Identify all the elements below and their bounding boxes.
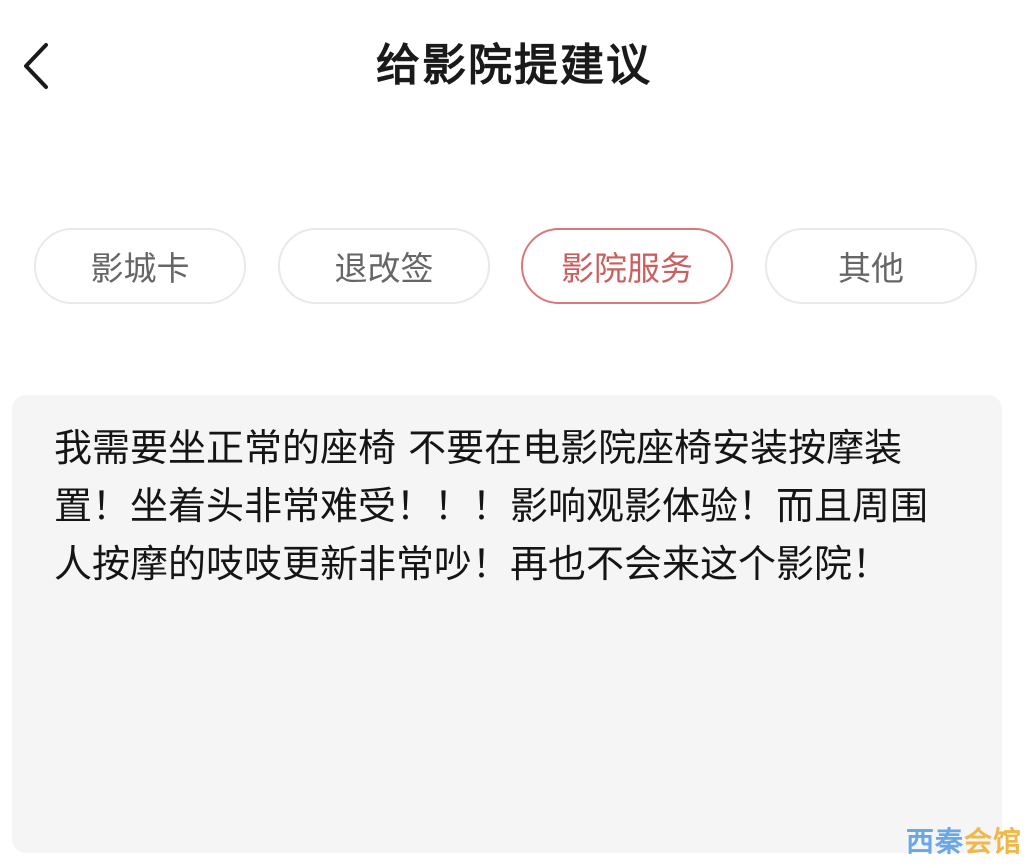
watermark-part-1: 西秦 xyxy=(905,825,964,858)
watermark-part-2: 会馆 xyxy=(963,825,1022,858)
category-chip-refund-change[interactable]: 退改签 xyxy=(278,228,490,304)
category-chip-other[interactable]: 其他 xyxy=(765,228,977,304)
category-chip-cinema-service[interactable]: 影院服务 xyxy=(521,228,733,304)
category-chip-cinema-card[interactable]: 影城卡 xyxy=(34,228,246,304)
suggestion-text: 我需要坐正常的座椅 不要在电影院座椅安装按摩装置！坐着头非常难受！！！影响观影体… xyxy=(54,426,929,586)
watermark-logo: 西秦会馆 xyxy=(906,820,1022,860)
category-chips: 影城卡 退改签 影院服务 其他 xyxy=(34,228,982,306)
header-bar: 给影院提建议 xyxy=(0,0,1028,135)
page-title: 给影院提建议 xyxy=(376,40,652,91)
suggestion-input[interactable]: 我需要坐正常的座椅 不要在电影院座椅安装按摩装置！坐着头非常难受！！！影响观影体… xyxy=(12,395,1002,853)
